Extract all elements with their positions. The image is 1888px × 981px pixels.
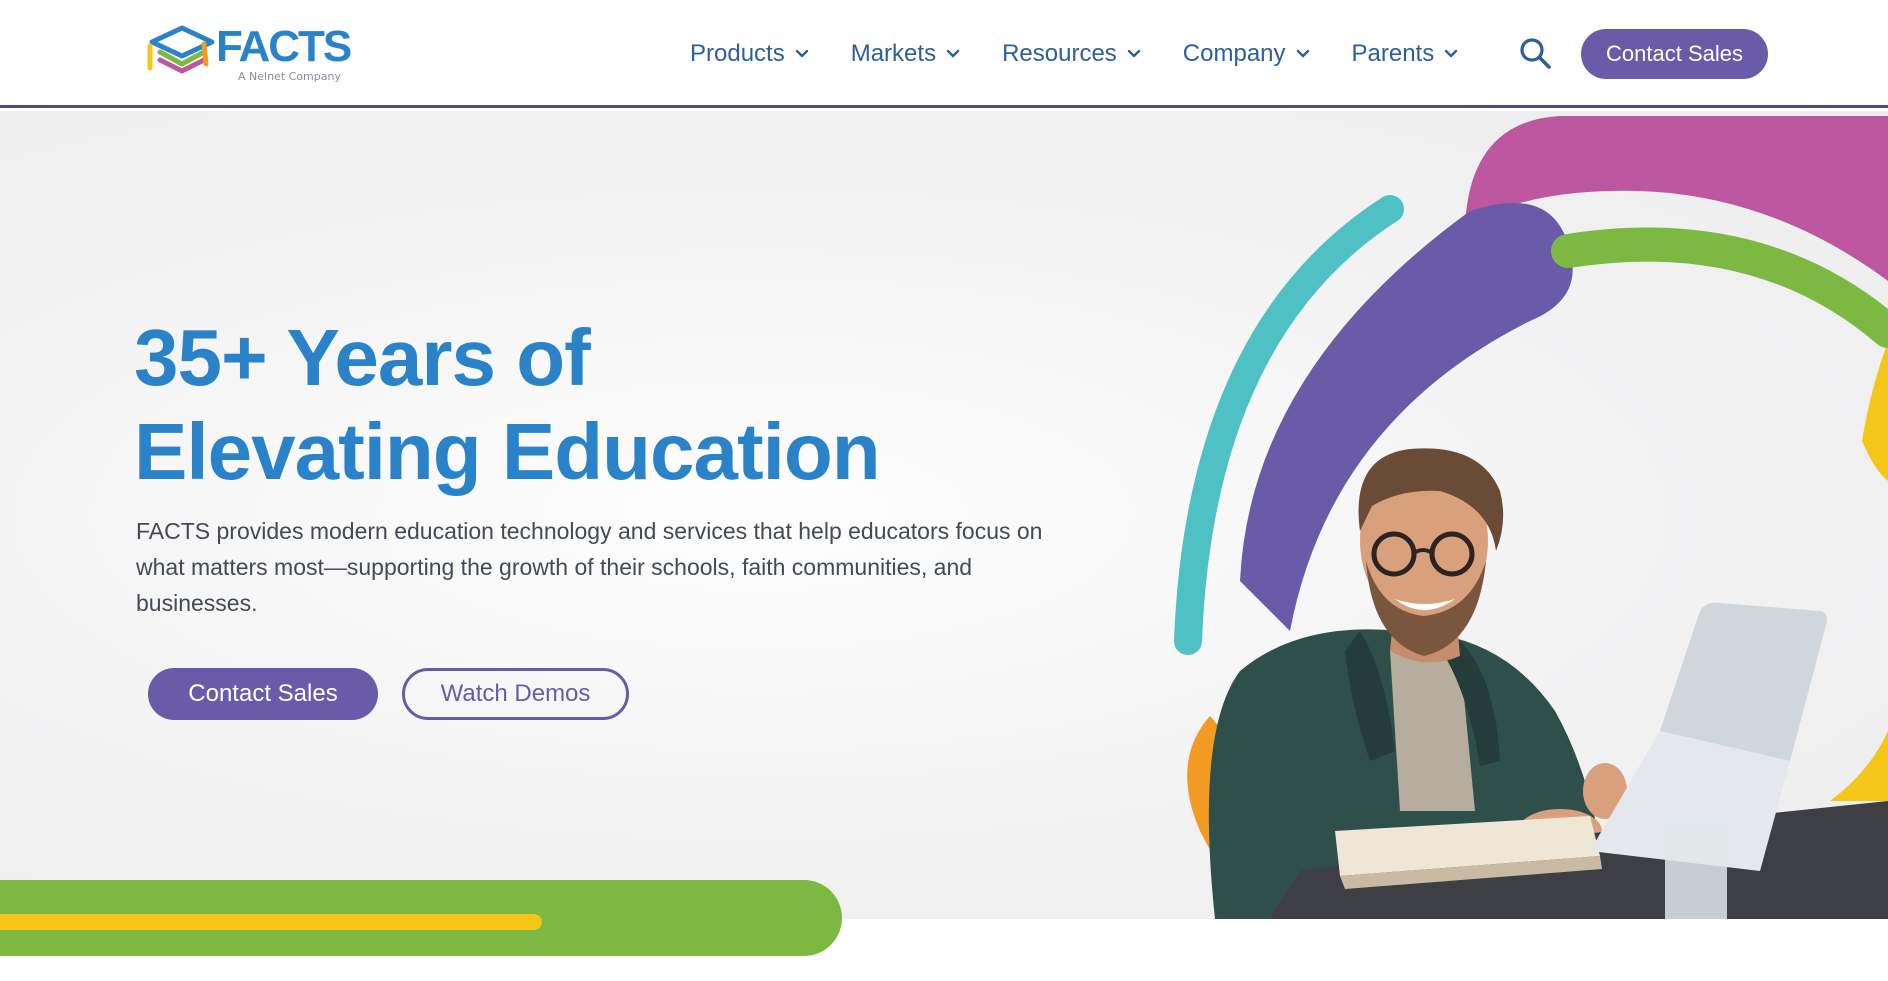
nav-item-label: Parents	[1351, 40, 1435, 67]
watch-demos-button[interactable]: Watch Demos	[402, 668, 629, 720]
chevron-down-icon	[946, 49, 960, 58]
search-icon[interactable]	[1518, 36, 1552, 70]
nav-item-label: Markets	[850, 40, 937, 67]
nav-item-label: Products	[690, 40, 785, 67]
nav-item-label: Resources	[1002, 40, 1117, 67]
main-nav: Products Markets Resources Company Paren…	[690, 30, 1500, 78]
contact-sales-button[interactable]: Contact Sales	[148, 668, 378, 720]
yellow-arc-shape	[1862, 341, 1888, 481]
hero-title: 35+ Years of Elevating Education	[134, 311, 1034, 499]
hero-description: FACTS provides modern education technolo…	[136, 518, 1043, 616]
chevron-down-icon	[795, 49, 808, 58]
nav-item-label: Company	[1182, 40, 1286, 67]
nav-item-resources[interactable]: Resources	[1002, 40, 1141, 68]
chevron-down-icon	[1296, 49, 1309, 58]
nav-item-markets[interactable]: Markets	[851, 40, 960, 68]
graduation-cap-logo-icon	[147, 25, 215, 74]
logo-wordmark: FACTS	[216, 22, 352, 71]
hero-section: 35+ Years of Elevating Education FACTS p…	[0, 111, 1888, 919]
contact-sales-header-button[interactable]: Contact Sales	[1581, 29, 1768, 79]
yellow-stripe-decoration	[0, 914, 542, 930]
nav-item-products[interactable]: Products	[690, 40, 809, 68]
logo-tagline: A Nelnet Company	[238, 70, 341, 83]
yellow-arc-lower-shape	[1830, 731, 1888, 801]
green-arc-shape	[1551, 227, 1888, 348]
nav-item-parents[interactable]: Parents	[1352, 40, 1459, 68]
hero-title-line-2: Elevating Education	[134, 407, 881, 496]
chevron-down-icon	[1445, 49, 1458, 58]
hero-title-line-1: 35+ Years of	[134, 313, 591, 402]
chevron-down-icon	[1127, 49, 1140, 58]
site-header: FACTS A Nelnet Company Products Markets …	[0, 0, 1888, 108]
nav-item-company[interactable]: Company	[1183, 40, 1310, 68]
facts-logo[interactable]: FACTS A Nelnet Company	[146, 20, 356, 86]
